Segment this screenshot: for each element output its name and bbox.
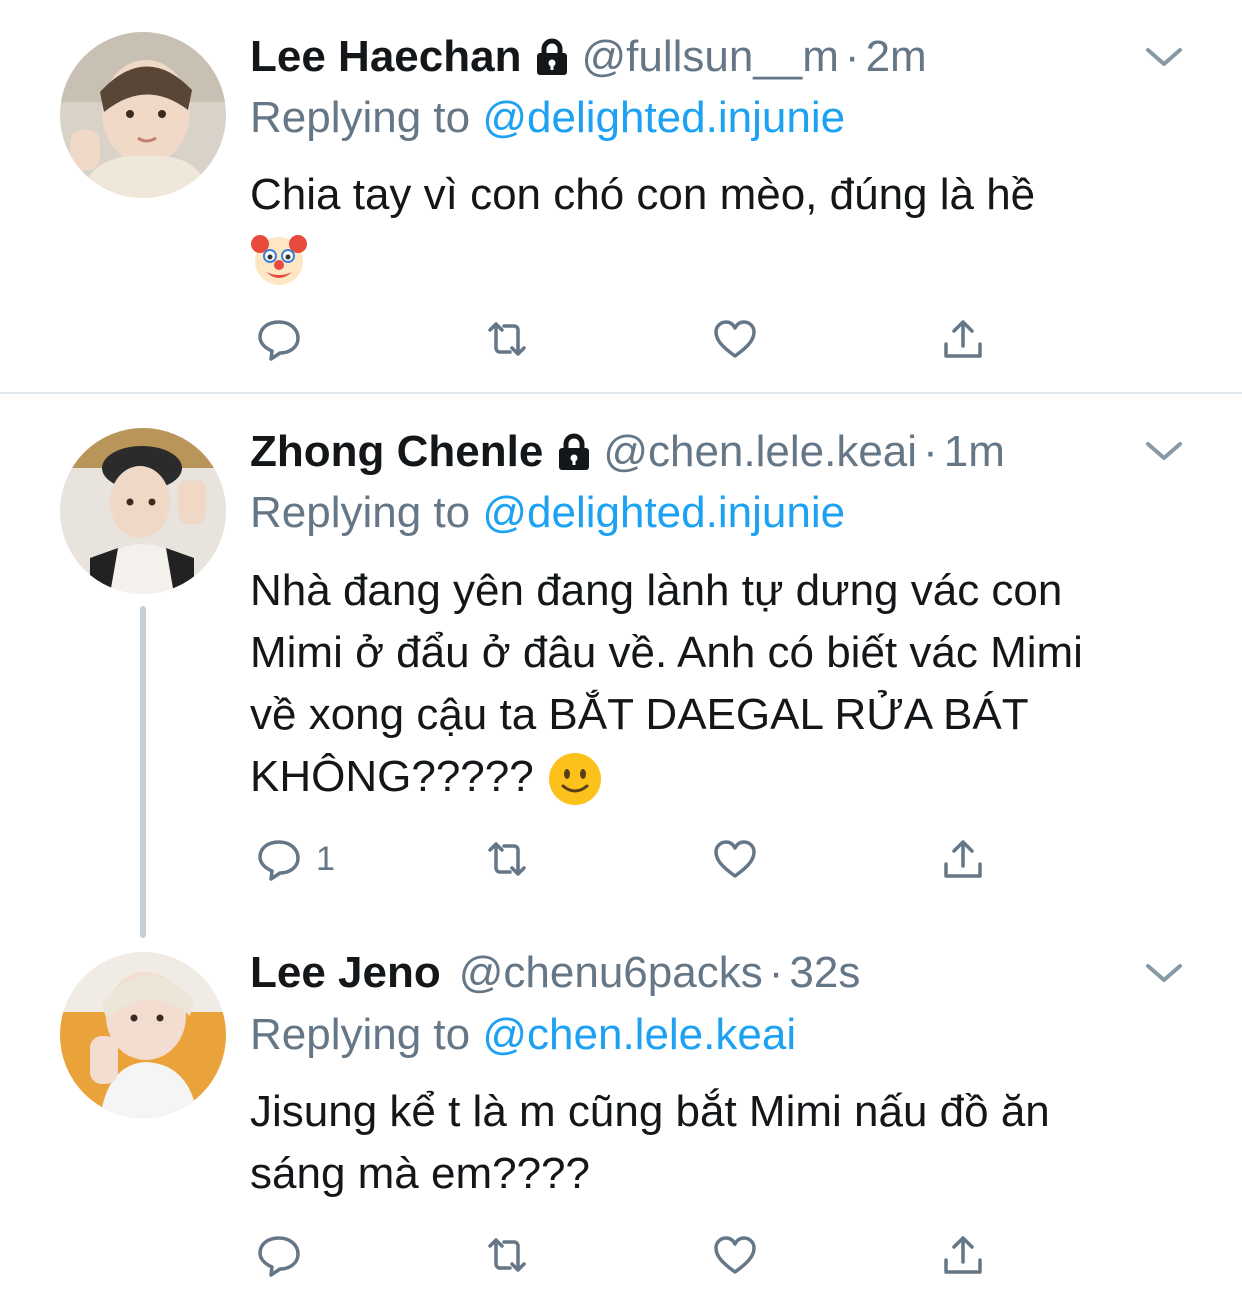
like-button[interactable] — [712, 1230, 758, 1280]
chevron-down-icon[interactable] — [1142, 44, 1186, 72]
replying-to-mention[interactable]: @delighted.injunie — [482, 93, 845, 142]
avatar[interactable] — [60, 32, 226, 198]
retweet-button[interactable] — [484, 314, 530, 364]
like-icon — [714, 320, 756, 358]
share-button[interactable] — [940, 1230, 986, 1280]
slightly-smiling-face-icon — [546, 750, 604, 808]
tweet-text-line: KHÔNG????? — [250, 752, 534, 801]
retweet-button[interactable] — [484, 1230, 530, 1280]
tweet-text-line: về xong cậu ta BẮT DAEGAL RỬA BÁT — [250, 690, 1029, 739]
like-button[interactable] — [712, 314, 758, 364]
tweet-divider — [0, 392, 1242, 394]
reply-count: 1 — [316, 839, 335, 878]
tweet-header: Lee Haechan @fullsun__m · 2m — [250, 29, 927, 85]
tweet-header: Lee Jeno @chenu6packs · 32s — [250, 945, 860, 1001]
timestamp[interactable]: 2m — [866, 29, 927, 85]
tweet-text-line: Mimi ở đẩu ở đâu về. Anh có biết vác Mim… — [250, 628, 1083, 677]
retweet-icon — [488, 1238, 526, 1272]
like-icon — [714, 840, 756, 878]
replying-to: Replying to @delighted.injunie — [250, 90, 845, 146]
reply-icon — [258, 840, 300, 881]
retweet-icon — [488, 842, 526, 876]
lock-icon — [535, 38, 569, 76]
tweet-text-line: Jisung kể t là m cũng bắt Mimi nấu đồ ăn — [250, 1087, 1050, 1136]
separator-dot: · — [844, 32, 860, 81]
user-handle[interactable]: @chenu6packs — [459, 945, 763, 1001]
tweet-text-line: sáng mà em???? — [250, 1149, 590, 1198]
share-icon — [944, 840, 982, 878]
display-name[interactable]: Zhong Chenle — [250, 424, 543, 480]
replying-to-mention[interactable]: @chen.lele.keai — [482, 1010, 796, 1059]
avatar[interactable] — [60, 428, 226, 594]
clown-face-icon — [250, 230, 308, 288]
tweet-text-line: Chia tay vì con chó con mèo, đúng là hề — [250, 170, 1036, 219]
tweet-actions — [250, 314, 1030, 364]
replying-to-mention[interactable]: @delighted.injunie — [482, 488, 845, 537]
chevron-down-icon[interactable] — [1142, 438, 1186, 466]
share-icon — [944, 1236, 982, 1274]
tweet-text: Chia tay vì con chó con mèo, đúng là hề — [250, 164, 1210, 288]
lock-icon — [557, 433, 591, 471]
user-handle[interactable]: @fullsun__m — [581, 29, 838, 85]
like-button[interactable] — [712, 834, 758, 884]
reply-button[interactable]: 1 — [256, 834, 335, 884]
tweet-text-line: Nhà đang yên đang lành tự dưng vác con — [250, 566, 1063, 615]
replying-to-label: Replying to — [250, 488, 483, 537]
share-icon — [944, 320, 982, 358]
user-handle[interactable]: @chen.lele.keai — [603, 424, 917, 480]
replying-to-label: Replying to — [250, 93, 483, 142]
reply-button[interactable] — [256, 314, 316, 364]
replying-to: Replying to @chen.lele.keai — [250, 1007, 796, 1063]
separator-dot: · — [768, 948, 784, 997]
reply-button[interactable] — [256, 1230, 316, 1280]
display-name[interactable]: Lee Haechan — [250, 29, 521, 85]
separator-dot: · — [923, 427, 938, 476]
tweet-actions: 1 — [250, 834, 1030, 884]
timestamp[interactable]: 1m — [944, 424, 1005, 480]
retweet-button[interactable] — [484, 834, 530, 884]
share-button[interactable] — [940, 314, 986, 364]
share-button[interactable] — [940, 834, 986, 884]
replying-to: Replying to @delighted.injunie — [250, 485, 845, 541]
tweet-header: Zhong Chenle @chen.lele.keai · 1m — [250, 424, 1005, 480]
like-icon — [714, 1236, 756, 1274]
reply-icon — [258, 320, 300, 361]
tweet-text: Jisung kể t là m cũng bắt Mimi nấu đồ ăn… — [250, 1081, 1210, 1205]
timestamp[interactable]: 32s — [789, 945, 860, 1001]
retweet-icon — [488, 322, 526, 356]
tweet-text: Nhà đang yên đang lành tự dưng vác con M… — [250, 560, 1210, 808]
replying-to-label: Replying to — [250, 1010, 483, 1059]
chevron-down-icon[interactable] — [1142, 960, 1186, 988]
thread-connector-line — [140, 606, 146, 938]
avatar[interactable] — [60, 952, 226, 1118]
reply-icon — [258, 1236, 300, 1277]
display-name[interactable]: Lee Jeno — [250, 945, 441, 1001]
tweet-actions — [250, 1230, 1030, 1280]
